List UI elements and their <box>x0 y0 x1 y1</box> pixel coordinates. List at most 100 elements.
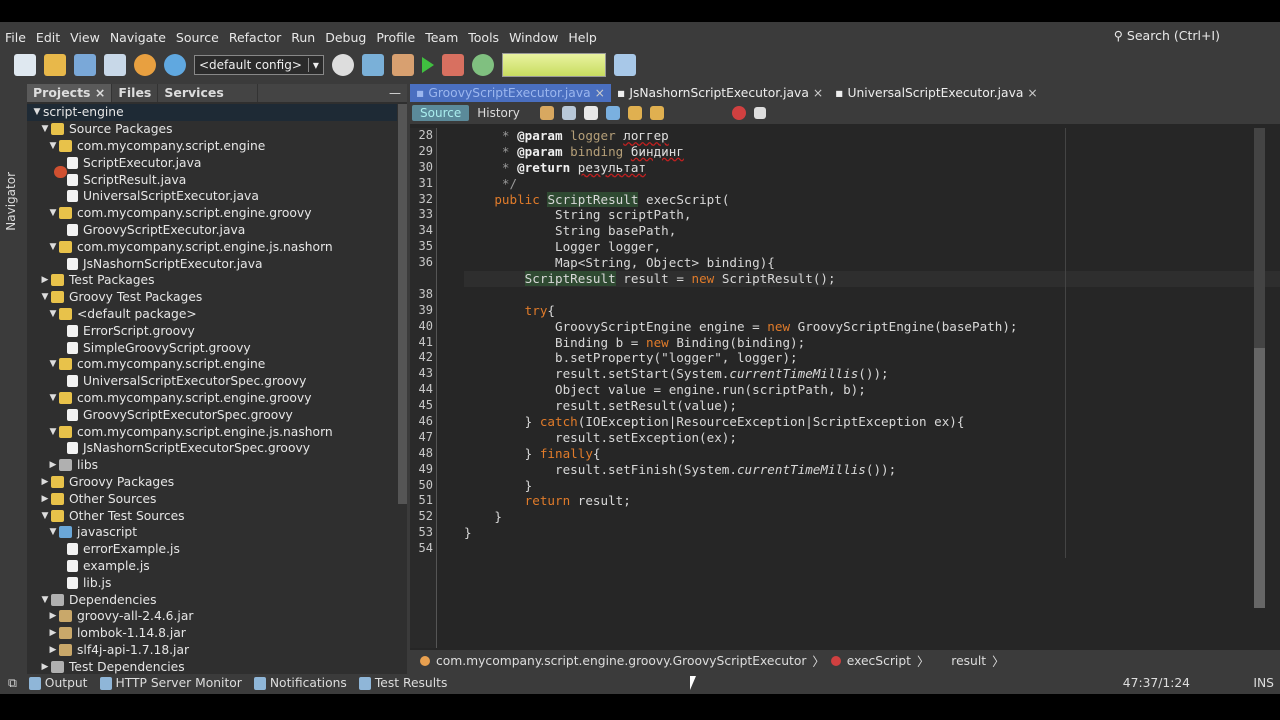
expand-arrow-icon[interactable]: ▼ <box>47 527 59 537</box>
expand-arrow-icon[interactable]: ▼ <box>47 208 59 218</box>
tree-item[interactable]: UniversalScriptExecutorSpec.groovy <box>27 373 397 390</box>
save-all-icon[interactable] <box>104 54 126 76</box>
gc-icon[interactable] <box>613 54 636 76</box>
code-line[interactable]: ScriptResult result = new ScriptResult()… <box>464 271 1280 287</box>
menu-source[interactable]: Source <box>176 30 219 45</box>
expand-arrow-icon[interactable]: ▶ <box>47 460 59 470</box>
breadcrumb-item[interactable]: com.mycompany.script.engine.groovy.Groov… <box>436 654 806 668</box>
run-icon[interactable] <box>421 57 434 73</box>
expand-arrow-icon[interactable]: ▶ <box>47 645 59 655</box>
tree-item[interactable]: ▼ com.mycompany.script.engine.groovy <box>27 205 397 222</box>
find-icon[interactable] <box>605 106 620 120</box>
source-button[interactable]: Source <box>412 105 470 121</box>
code-line[interactable]: * @return результат <box>464 160 1280 176</box>
expand-arrow-icon[interactable]: ▼ <box>47 141 59 151</box>
tree-item[interactable]: example.js <box>27 558 397 575</box>
menu-file[interactable]: File <box>5 30 26 45</box>
code-line[interactable]: public ScriptResult execScript( <box>464 191 1280 208</box>
menu-tools[interactable]: Tools <box>468 30 499 45</box>
tree-item[interactable]: ▼ Source Packages <box>27 121 397 138</box>
code-line[interactable]: result.setStart(System.currentTimeMillis… <box>464 366 1280 382</box>
history-button[interactable]: History <box>477 106 520 120</box>
menu-navigate[interactable]: Navigate <box>110 30 166 45</box>
tree-item[interactable]: ▶ lombok-1.14.8.jar <box>27 625 397 642</box>
close-icon[interactable]: × <box>595 84 605 102</box>
code-line[interactable]: * @param binding биндинг <box>464 144 1280 160</box>
tree-item[interactable]: ErrorScript.groovy <box>27 322 397 339</box>
bottom-tab-test-results[interactable]: Test Results <box>358 676 447 690</box>
code-line[interactable]: result.setFinish(System.currentTimeMilli… <box>464 462 1280 478</box>
menu-window[interactable]: Window <box>509 30 558 45</box>
prev-occurrence-icon[interactable] <box>627 106 642 120</box>
menu-refactor[interactable]: Refactor <box>229 30 281 45</box>
code-line[interactable]: try{ <box>464 303 1280 319</box>
code-line[interactable]: Map<String, Object> binding){ <box>464 255 1280 271</box>
code-line[interactable]: } finally{ <box>464 446 1280 462</box>
tab-files[interactable]: Files <box>112 84 159 102</box>
redo-icon[interactable] <box>164 54 186 76</box>
tree-scrollbar[interactable] <box>398 104 407 504</box>
code-line[interactable]: result.setException(ex); <box>464 430 1280 446</box>
restore-windows-icon[interactable]: ⧉ <box>8 676 17 691</box>
editor-tab[interactable]: ▪ GroovyScriptExecutor.java × <box>410 84 611 102</box>
editor-tab[interactable]: ▪ UniversalScriptExecutor.java × <box>829 84 1044 102</box>
memory-gauge[interactable] <box>501 53 606 77</box>
tree-item[interactable]: GroovyScriptExecutorSpec.groovy <box>27 406 397 423</box>
menu-view[interactable]: View <box>70 30 100 45</box>
code-line[interactable]: } catch(IOException|ResourceException|Sc… <box>464 414 1280 430</box>
build-hammer-icon[interactable] <box>361 54 384 76</box>
undo-icon[interactable] <box>134 54 156 76</box>
code-line[interactable]: result.setResult(value); <box>464 398 1280 414</box>
tree-item[interactable]: ▶ libs <box>27 457 397 474</box>
tree-item[interactable]: ▶ Other Sources <box>27 490 397 507</box>
code-line[interactable]: * @param logger логгер <box>464 128 1280 144</box>
tree-item[interactable]: ▼ script-engine <box>27 104 397 178</box>
tree-item[interactable]: JsNashornScriptExecutorSpec.groovy <box>27 440 397 457</box>
menu-help[interactable]: Help <box>568 30 597 45</box>
tree-item[interactable]: ScriptResult.java <box>27 171 397 188</box>
code-line[interactable]: } <box>464 509 1280 525</box>
tree-item[interactable]: ▼ com.mycompany.script.engine.js.nashorn <box>27 423 397 440</box>
expand-arrow-icon[interactable]: ▼ <box>39 292 51 302</box>
expand-arrow-icon[interactable]: ▼ <box>47 309 59 319</box>
code-line[interactable]: Binding b = new Binding(binding); <box>464 335 1280 351</box>
expand-arrow-icon[interactable]: ▼ <box>39 124 51 134</box>
expand-arrow-icon[interactable]: ▶ <box>47 611 59 621</box>
code-line[interactable]: b.setProperty("logger", logger); <box>464 350 1280 366</box>
open-project-icon[interactable] <box>74 54 96 76</box>
expand-arrow-icon[interactable]: ▼ <box>47 427 59 437</box>
menu-team[interactable]: Team <box>425 30 458 45</box>
tree-item[interactable]: ▼ javascript <box>27 524 397 541</box>
new-project-icon[interactable] <box>44 54 66 76</box>
editor-scrollbar[interactable] <box>1254 128 1265 608</box>
menu-edit[interactable]: Edit <box>36 30 60 45</box>
tree-item[interactable]: ▶ slf4j-api-1.7.18.jar <box>27 642 397 659</box>
config-select[interactable]: <default config> ▾ <box>194 55 324 75</box>
tree-item[interactable]: ▼ com.mycompany.script.engine.js.nashorn <box>27 238 397 255</box>
menu-profile[interactable]: Profile <box>376 30 415 45</box>
new-file-icon[interactable] <box>14 54 36 76</box>
tree-item[interactable]: ▼ Groovy Test Packages <box>27 289 397 306</box>
expand-arrow-icon[interactable]: ▼ <box>39 595 51 605</box>
tree-item[interactable]: ScriptExecutor.java <box>27 154 397 171</box>
tree-item[interactable]: ▼ com.mycompany.script.engine <box>27 356 397 373</box>
code-editor[interactable]: 28 29 30 31 32 33 34 35 36 38 39 40 41 42 43 44 45 46 47 48… <box>410 128 1280 648</box>
tree-item[interactable]: ▶ Test Packages <box>27 272 397 289</box>
code-line[interactable]: return result; <box>464 493 1280 509</box>
tree-item[interactable]: ▼ com.mycompany.script.engine <box>27 138 397 155</box>
expand-arrow-icon[interactable]: ▼ <box>47 242 59 252</box>
tree-item[interactable]: ▶ groovy-all-2.4.6.jar <box>27 608 397 625</box>
code-lines[interactable]: * @param logger логгер * @param binding … <box>464 128 1280 557</box>
code-line[interactable]: } <box>464 478 1280 494</box>
menu-debug[interactable]: Debug <box>325 30 366 45</box>
tree-item[interactable]: ▶ Groovy Packages <box>27 474 397 491</box>
code-line[interactable]: GroovyScriptEngine engine = new GroovySc… <box>464 319 1280 335</box>
expand-arrow-icon[interactable]: ▶ <box>39 477 51 487</box>
breadcrumb-item[interactable]: result <box>951 654 986 668</box>
record-macro-icon[interactable] <box>731 106 746 120</box>
forward-icon[interactable] <box>583 106 598 120</box>
tab-services[interactable]: Services <box>158 84 259 102</box>
tree-item[interactable]: JsNashornScriptExecutor.java <box>27 255 397 272</box>
code-line[interactable]: } <box>464 525 1280 541</box>
expand-arrow-icon[interactable]: ▼ <box>47 393 59 403</box>
